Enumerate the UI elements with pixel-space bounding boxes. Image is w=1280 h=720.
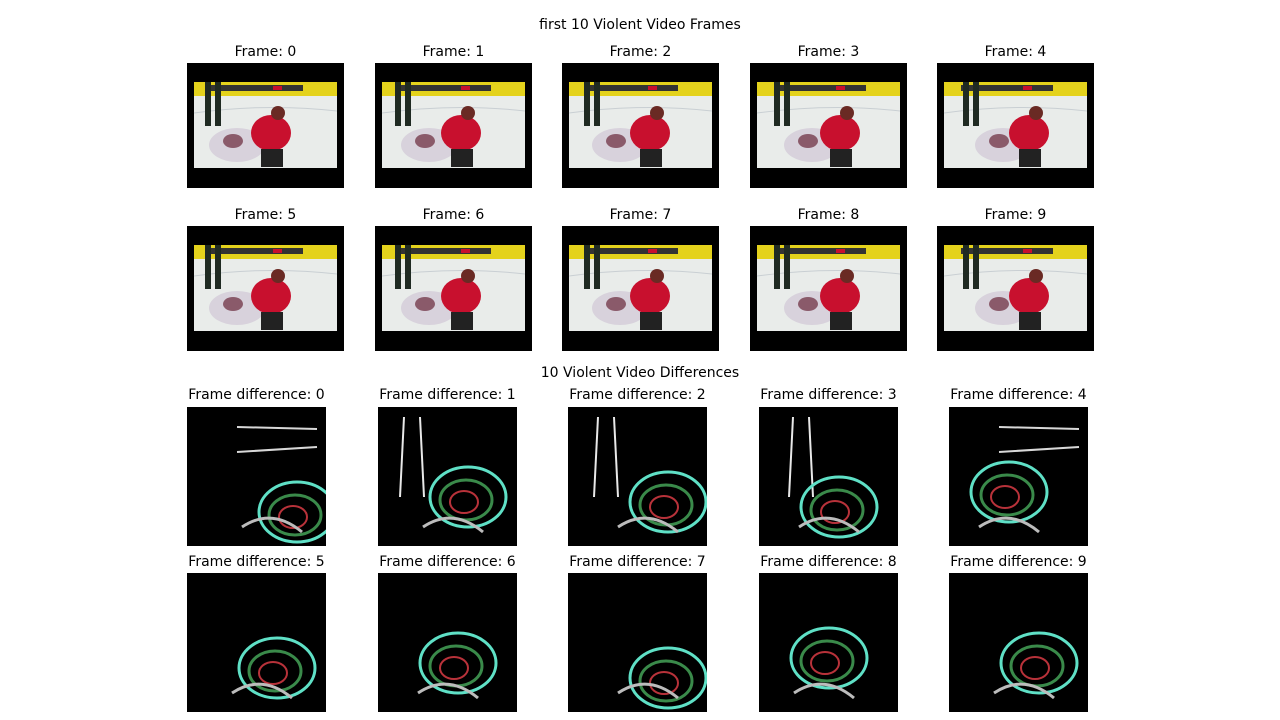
video-frame-image xyxy=(187,63,344,188)
frame-difference-image xyxy=(187,407,326,546)
frame-difference-image xyxy=(378,573,517,712)
frame-caption: Frame: 6 xyxy=(422,207,485,223)
difference-caption: Frame difference: 7 xyxy=(569,554,706,570)
difference-caption: Frame difference: 9 xyxy=(950,554,1087,570)
difference-caption: Frame difference: 5 xyxy=(188,554,325,570)
frame-difference-image xyxy=(568,407,707,546)
frame-difference-image xyxy=(759,407,898,546)
differences-title: 10 Violent Video Differences xyxy=(540,365,740,381)
frame-caption: Frame: 8 xyxy=(797,207,860,223)
video-frame-image xyxy=(562,63,719,188)
video-frame-image xyxy=(937,226,1094,351)
frame-caption: Frame: 2 xyxy=(609,44,672,60)
video-frame-image xyxy=(375,63,532,188)
video-frame-image xyxy=(187,226,344,351)
frame-difference-image xyxy=(949,407,1088,546)
difference-caption: Frame difference: 1 xyxy=(379,387,516,403)
video-frame-image xyxy=(375,226,532,351)
frame-caption: Frame: 0 xyxy=(234,44,297,60)
video-frame-image xyxy=(750,226,907,351)
frame-difference-image xyxy=(949,573,1088,712)
video-frame-image xyxy=(937,63,1094,188)
frame-caption: Frame: 1 xyxy=(422,44,485,60)
difference-caption: Frame difference: 8 xyxy=(760,554,897,570)
frame-difference-image xyxy=(759,573,898,712)
difference-caption: Frame difference: 2 xyxy=(569,387,706,403)
frame-caption: Frame: 3 xyxy=(797,44,860,60)
difference-caption: Frame difference: 0 xyxy=(188,387,325,403)
frame-caption: Frame: 4 xyxy=(984,44,1047,60)
frame-difference-image xyxy=(187,573,326,712)
difference-caption: Frame difference: 3 xyxy=(760,387,897,403)
frame-caption: Frame: 5 xyxy=(234,207,297,223)
frame-difference-image xyxy=(378,407,517,546)
video-frame-image xyxy=(750,63,907,188)
video-frame-image xyxy=(562,226,719,351)
frame-difference-image xyxy=(568,573,707,712)
difference-caption: Frame difference: 4 xyxy=(950,387,1087,403)
frame-caption: Frame: 7 xyxy=(609,207,672,223)
frame-caption: Frame: 9 xyxy=(984,207,1047,223)
frames-title: first 10 Violent Video Frames xyxy=(539,17,741,33)
difference-caption: Frame difference: 6 xyxy=(379,554,516,570)
